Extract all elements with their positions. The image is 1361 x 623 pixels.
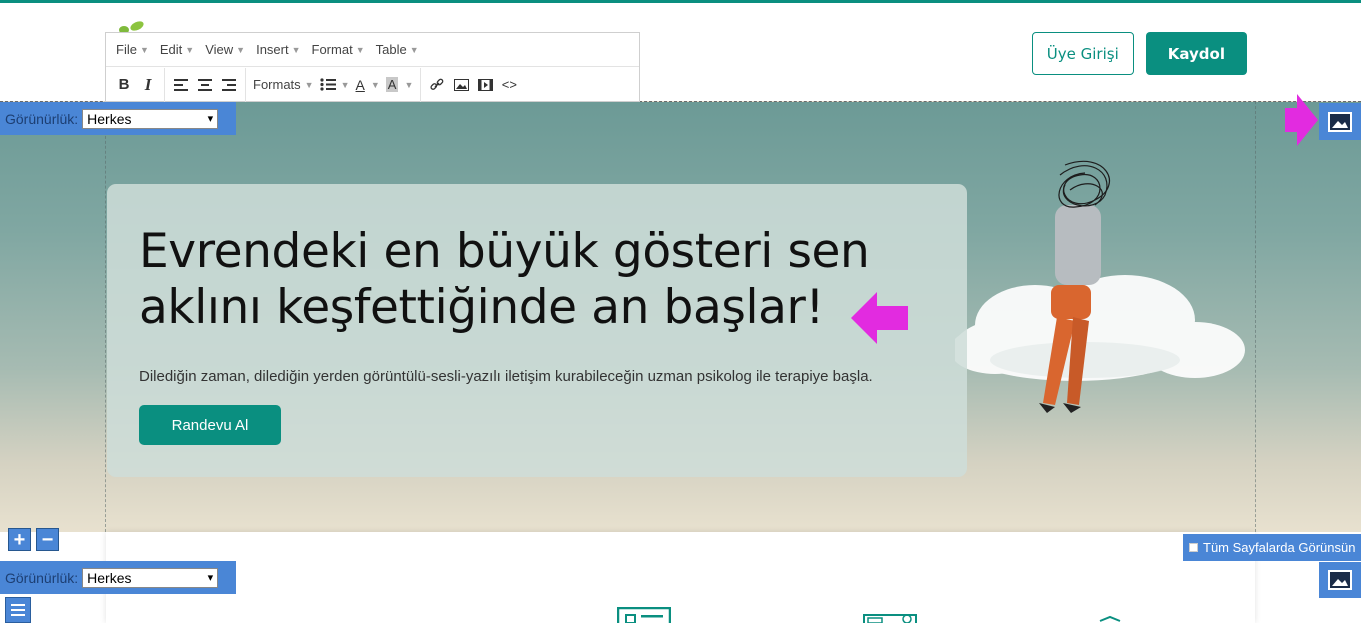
caret-icon: ▼ [340,79,350,90]
change-section-image-button[interactable] [1319,562,1361,598]
visibility-label: Görünürlük: [5,110,79,127]
hamburger-icon-line [11,614,25,616]
menu-table[interactable]: Table ▼ [376,42,419,57]
image-icon [1328,111,1352,132]
top-accent-bar [0,0,1361,3]
align-left-button[interactable] [169,72,193,98]
align-left-icon [174,78,188,91]
header-actions: Üye Girişi Kaydol [1031,32,1247,75]
align-center-icon [198,78,212,91]
menu-format-label: Format [311,42,353,57]
visibility-bar-top: Görünürlük: Herkes ▾ [0,102,236,135]
hero-title-line-1: Evrendeki en büyük gösteri sen [139,224,870,279]
bold-button[interactable]: B [112,72,136,98]
visibility-select-top[interactable]: Herkes ▾ [82,108,219,129]
signup-button[interactable]: Kaydol [1145,32,1247,75]
hero-illustration [955,160,1245,413]
image-icon [453,78,469,91]
visibility-label: Görünürlük: [5,569,79,586]
media-icon [477,78,493,91]
hero-title-line-2: aklını keşfettiğinde an başlar! [139,280,824,335]
menu-edit[interactable]: Edit ▼ [160,42,194,57]
remove-section-button[interactable]: − [36,528,59,551]
chevron-down-icon: ▾ [207,572,214,584]
toolbar-divider [420,67,422,102]
font-color-icon: A [355,76,365,93]
source-code-button[interactable]: <> [497,72,521,98]
caret-icon: ▼ [185,44,195,55]
caret-icon: ▼ [370,79,380,90]
change-background-image-button[interactable] [1319,103,1361,140]
align-right-icon [222,78,236,91]
italic-button[interactable]: I [136,72,160,98]
menu-format[interactable]: Format ▼ [312,42,365,57]
menu-table-label: Table [375,42,407,57]
caret-icon: ▼ [291,44,301,55]
show-on-all-pages-toggle[interactable]: Tüm Sayfalarda Görünsün [1183,534,1361,561]
appointment-button[interactable]: Randevu Al [139,405,281,445]
background-color-button[interactable]: A ▼ [383,72,417,98]
visibility-bar-bottom: Görünürlük: Herkes ▾ [0,561,236,594]
menu-view[interactable]: View ▼ [205,42,245,57]
content-guide-left [105,101,106,532]
visibility-select-value: Herkes [87,569,132,586]
login-button[interactable]: Üye Girişi [1031,32,1134,75]
all-pages-label: Tüm Sayfalarda Görünsün [1203,540,1356,555]
toolbar-divider [245,67,246,102]
partial-icon [1099,615,1121,622]
menu-insert-label: Insert [256,42,289,57]
caret-icon: ▼ [409,44,419,55]
caret-icon: ▼ [236,44,246,55]
editor-formatting-row: B I Formats ▼ ▼ A ▼ A ▼ <> [106,66,639,102]
visibility-select-value: Herkes [87,110,132,127]
align-center-button[interactable] [193,72,217,98]
insert-link-button[interactable] [425,72,449,98]
chevron-down-icon: ▾ [207,113,214,125]
hamburger-icon-line [11,604,25,606]
id-card-icon [863,614,917,623]
insert-media-button[interactable] [473,72,497,98]
formats-dropdown[interactable]: Formats ▼ [250,72,317,98]
section-menu-button[interactable] [5,597,31,623]
hero-title[interactable]: Evrendeki en büyük gösteri sen aklını ke… [139,224,939,336]
menu-edit-label: Edit [159,42,183,57]
content-guide-right [1255,101,1256,532]
menu-file-label: File [116,42,137,57]
insert-image-button[interactable] [449,72,473,98]
align-right-button[interactable] [217,72,241,98]
next-section-content [106,532,1255,623]
caret-icon: ▼ [304,79,314,90]
hero-subtitle[interactable]: Dilediğin zaman, dilediğin yerden görünt… [139,368,873,385]
caret-icon: ▼ [139,44,149,55]
formats-label: Formats [253,77,301,92]
background-color-icon: A [385,77,399,92]
right-pointing-arrow-icon [1285,94,1318,146]
editor-menubar: File ▼ Edit ▼ View ▼ Insert ▼ Format ▼ Table ▼ [106,33,639,66]
link-icon [430,78,444,90]
hamburger-icon-line [11,609,25,611]
visibility-select-bottom[interactable]: Herkes ▾ [82,567,219,588]
add-section-button[interactable]: + [8,528,31,551]
image-icon [1328,570,1352,590]
left-pointing-arrow-icon [851,292,908,344]
menu-view-label: View [205,42,234,57]
all-pages-checkbox[interactable] [1189,543,1198,552]
rich-text-editor-toolbar: File ▼ Edit ▼ View ▼ Insert ▼ Format ▼ Table ▼… [105,32,640,102]
font-color-button[interactable]: A ▼ [353,72,383,98]
menu-file[interactable]: File ▼ [116,42,149,57]
toolbar-divider [164,67,165,102]
menu-insert[interactable]: Insert ▼ [256,42,300,57]
document-icon [617,607,671,623]
caret-icon: ▼ [355,44,365,55]
section-size-controls: + − [8,528,59,551]
caret-icon: ▼ [404,79,414,90]
bullet-list-button[interactable]: ▼ [317,72,353,98]
bullet-list-icon [319,78,336,91]
